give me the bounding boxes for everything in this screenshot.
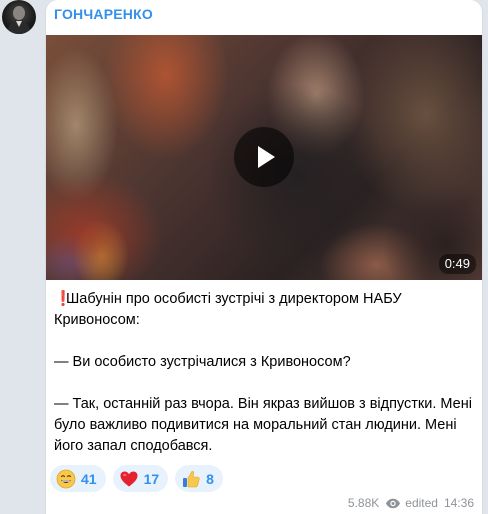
exclamation-icon: ❗	[54, 291, 73, 307]
message-text: ❗Шабунін про особисті зустрічі з директо…	[54, 289, 474, 457]
message-bubble: ГОНЧАРЕНКО 0:49 ❗Шабунін про особисті зу…	[46, 0, 482, 514]
red-heart-icon	[120, 471, 138, 486]
channel-avatar[interactable]	[2, 0, 36, 34]
message-paragraph: ❗Шабунін про особисті зустрічі з директо…	[54, 289, 474, 331]
grinning-face-icon	[56, 469, 76, 488]
message-paragraph: — Так, останній раз вчора. Він якраз вий…	[54, 394, 474, 457]
play-button[interactable]	[234, 127, 294, 187]
message-time: 14:36	[443, 496, 474, 510]
reaction-count: 41	[81, 470, 97, 487]
thumbs-up-icon	[183, 470, 200, 487]
reaction-count: 17	[143, 470, 160, 487]
reaction-count: 8	[206, 470, 214, 487]
play-icon	[258, 146, 275, 168]
video-player[interactable]: 0:49	[46, 35, 482, 280]
channel-avatar-icon	[7, 6, 31, 34]
reactions-bar: 41 17 8	[50, 465, 223, 492]
message-paragraph-text: — Ви особисто зустрічалися з Кривоносом?	[54, 354, 351, 370]
message-paragraph-text: Шабунін про особисті зустрічі з директор…	[54, 291, 402, 328]
reaction-thumbs-up[interactable]: 8	[175, 465, 223, 492]
reaction-grinning[interactable]: 41	[50, 465, 106, 492]
video-duration: 0:49	[438, 254, 476, 274]
reaction-heart[interactable]: 17	[112, 465, 169, 492]
edited-label: edited	[405, 496, 438, 510]
message-meta: 5.88K edited 14:36	[348, 496, 474, 510]
view-count: 5.88K	[347, 496, 380, 510]
eye-icon	[386, 498, 401, 508]
message-paragraph: — Ви особисто зустрічалися з Кривоносом?	[54, 352, 474, 373]
message-paragraph-text: — Так, останній раз вчора. Він якраз вий…	[54, 396, 472, 454]
channel-name[interactable]: ГОНЧАРЕНКО	[54, 6, 153, 22]
